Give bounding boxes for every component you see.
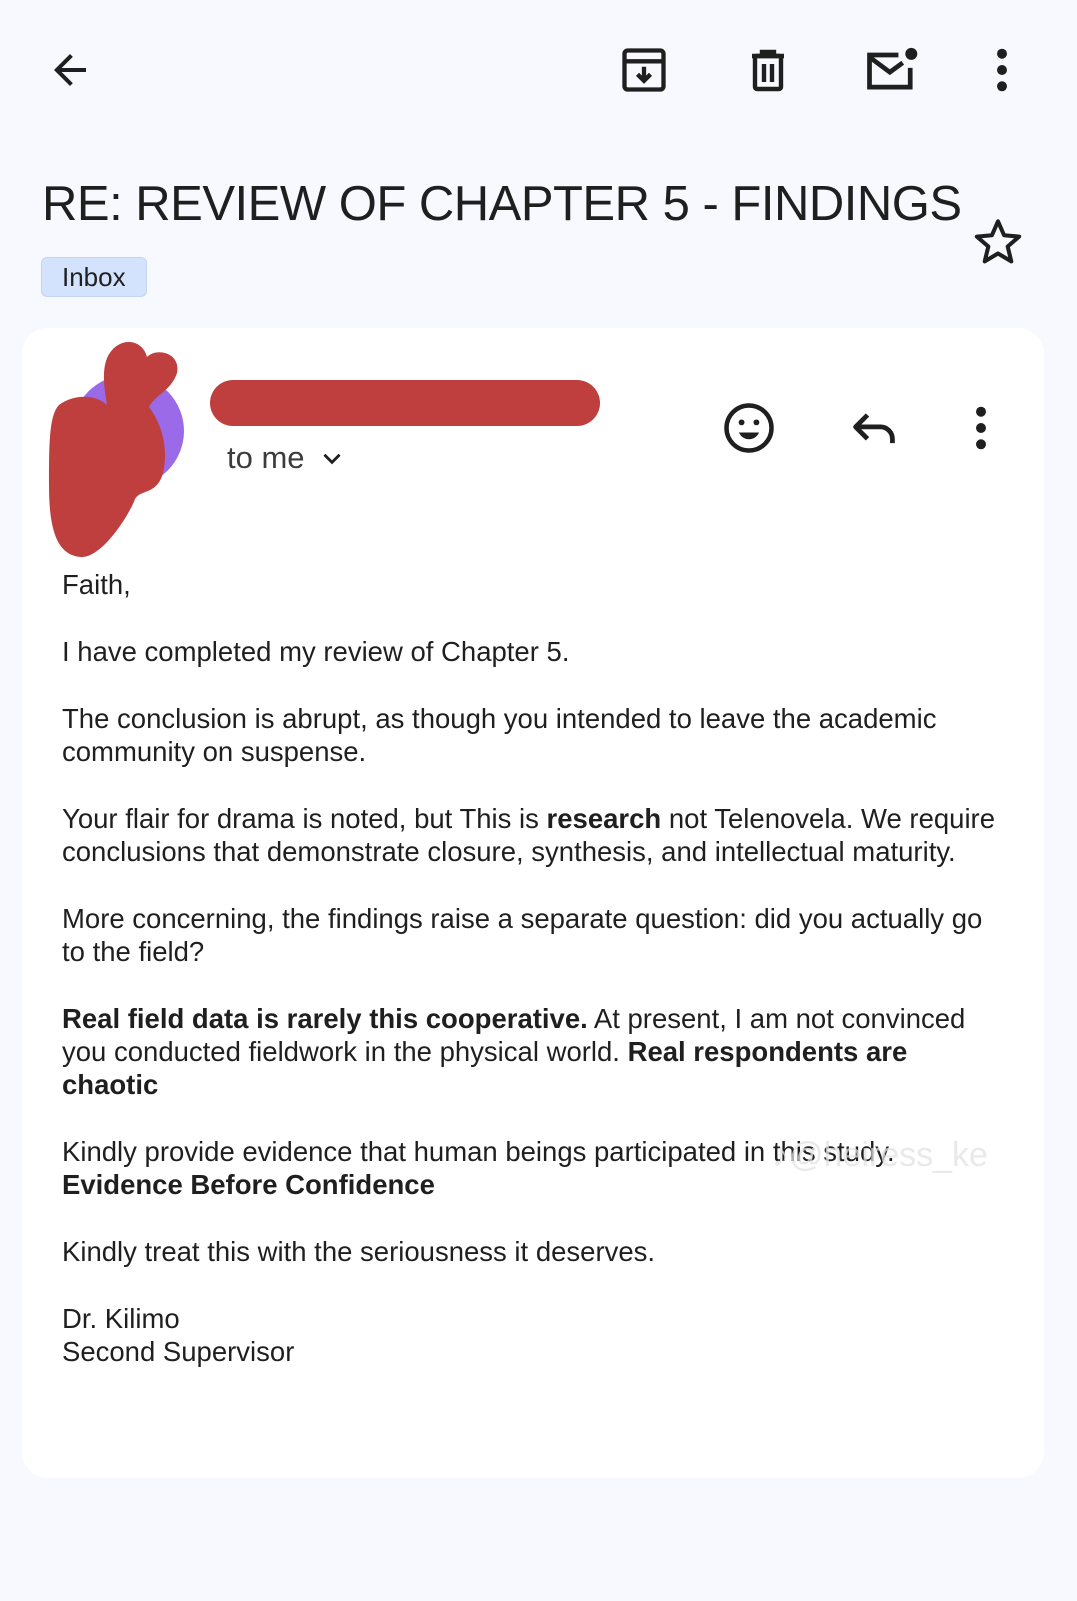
mark-unread-button[interactable] [856, 34, 928, 106]
trash-icon [752, 49, 784, 92]
inbox-label-chip[interactable]: Inbox [41, 257, 147, 297]
more-vert-icon [976, 406, 986, 450]
sender-name-redacted [210, 380, 600, 426]
add-reaction-button[interactable] [713, 392, 785, 464]
top-app-bar [0, 0, 1077, 140]
paragraph: Your flair for drama is noted, but This … [62, 803, 996, 867]
arrow-left-icon [54, 54, 86, 86]
paragraph: Kindly treat this with the seriousness i… [62, 1236, 656, 1267]
paragraph: I have completed my review of Chapter 5. [62, 636, 570, 667]
watermark: ♪@heiress_ke [772, 1136, 988, 1174]
redaction-mark [49, 342, 178, 557]
more-options-button[interactable] [966, 34, 1038, 106]
signature-name: Dr. Kilimo [62, 1303, 180, 1334]
recipient-details-toggle[interactable]: to me [227, 440, 345, 476]
bold-text: Evidence Before Confidence [62, 1169, 435, 1200]
reply-button[interactable] [838, 392, 910, 464]
archive-button[interactable] [608, 34, 680, 106]
back-button[interactable] [34, 34, 106, 106]
greeting: Faith, [62, 569, 131, 600]
archive-icon [622, 48, 666, 92]
signature: Dr. Kilimo Second Supervisor [62, 1302, 1002, 1368]
email-body: Faith, I have completed my review of Cha… [62, 568, 1002, 1368]
bold-text: research [546, 803, 662, 834]
delete-button[interactable] [732, 34, 804, 106]
paragraph: The conclusion is abrupt, as though you … [62, 703, 937, 767]
recipient-label: to me [227, 440, 305, 475]
signature-title: Second Supervisor [62, 1336, 295, 1367]
emoji-icon [724, 403, 774, 453]
star-button[interactable] [962, 206, 1034, 278]
reply-icon [853, 413, 895, 444]
paragraph: More concerning, the findings raise a se… [62, 903, 983, 967]
more-vert-icon [997, 48, 1007, 92]
star-outline-icon [974, 219, 1022, 264]
email-subject: RE: REVIEW OF CHAPTER 5 - FINDINGS [42, 177, 962, 231]
paragraph: Real field data is rarely this cooperati… [62, 1003, 966, 1100]
bold-text: Real field data is rarely this cooperati… [62, 1003, 588, 1034]
message-more-button[interactable] [945, 392, 1017, 464]
chevron-down-icon [322, 453, 341, 465]
mark-unread-icon [867, 47, 918, 90]
